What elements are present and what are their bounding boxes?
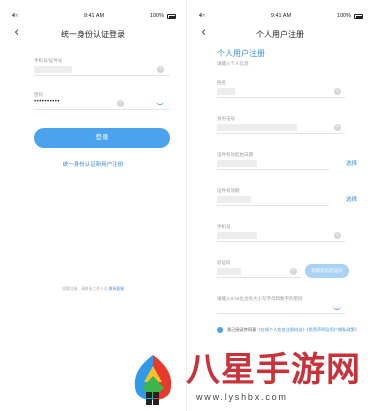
battery-icon [167, 14, 176, 19]
masked-value [217, 88, 235, 95]
login-button[interactable]: 登录 [34, 128, 170, 148]
masked-value [217, 196, 251, 203]
register-subheading: 请输入个人信息 [217, 61, 249, 66]
agreement-link-2[interactable]: 《免责声明及用户隐私政策》 [307, 327, 359, 332]
get-sms-code-button[interactable]: 获取短信验证码 [305, 264, 349, 278]
battery-percent: 100% [336, 13, 351, 19]
masked-value [217, 160, 257, 167]
register-link[interactable]: 统一身份认证新用户注册 [0, 160, 186, 168]
battery-icon [354, 14, 363, 19]
footer-hint-text: 如需注册、请联系工作人员 [62, 287, 108, 291]
clear-icon[interactable]: × [117, 100, 124, 107]
agreement-prefix: 我已阅读并同意 [227, 327, 257, 332]
password-dots: •••••••••• [34, 99, 61, 105]
eye-icon[interactable] [156, 100, 164, 105]
footer-hint: 如需注册、请联系工作人员 联系客服 [0, 287, 186, 292]
battery-percent: 100% [149, 13, 164, 19]
nav-bar: ‹ 个人用户注册 [187, 26, 373, 42]
clear-icon[interactable]: × [334, 124, 341, 131]
id-number-input[interactable]: × [217, 122, 345, 134]
agree-checkbox[interactable] [217, 327, 223, 333]
sms-code-input[interactable]: × [217, 266, 301, 278]
status-bar: •ll ≈ 9:41 AM 100% [199, 12, 363, 22]
agreement-text: 我已阅读并同意《在线个人实名注册协议》《免责声明及用户隐私政策》 [227, 326, 359, 333]
watermark-title: 八星手游网 [186, 350, 361, 390]
password-input[interactable]: •••••••••• × [34, 98, 170, 110]
status-bar: •ll ≈ 9:41 AM 100% [12, 12, 176, 22]
contact-link[interactable]: 联系客服 [109, 287, 124, 291]
clear-icon[interactable]: × [290, 268, 297, 275]
clear-icon[interactable]: × [157, 66, 164, 73]
windows-logo-icon [146, 392, 160, 406]
page-title: 统一身份认证登录 [61, 30, 125, 39]
eye-icon[interactable] [333, 305, 341, 310]
select-start-date[interactable]: 选择 [346, 159, 357, 167]
account-input[interactable]: × [34, 64, 170, 76]
phone-input[interactable]: × [217, 230, 345, 242]
password-input[interactable] [217, 302, 345, 314]
id-start-input[interactable] [217, 158, 329, 170]
name-input[interactable]: × [217, 86, 345, 98]
select-end-date[interactable]: 选择 [346, 195, 357, 203]
masked-value [217, 124, 297, 131]
masked-value [34, 66, 72, 73]
clear-icon[interactable]: × [334, 88, 341, 95]
agreement: 我已阅读并同意《在线个人实名注册协议》《免责声明及用户隐私政策》 [217, 326, 359, 346]
agreement-link-1[interactable]: 《在线个人实名注册协议》 [256, 327, 306, 332]
register-heading: 个人用户注册 [217, 49, 265, 58]
page-title: 个人用户注册 [256, 30, 304, 39]
masked-value [217, 232, 257, 239]
nav-bar: ‹ 统一身份认证登录 [0, 26, 186, 42]
masked-value [217, 268, 241, 275]
watermark-url: www.lyshbx.com [196, 392, 288, 402]
clear-icon[interactable]: × [334, 232, 341, 239]
id-end-input[interactable] [217, 194, 329, 206]
